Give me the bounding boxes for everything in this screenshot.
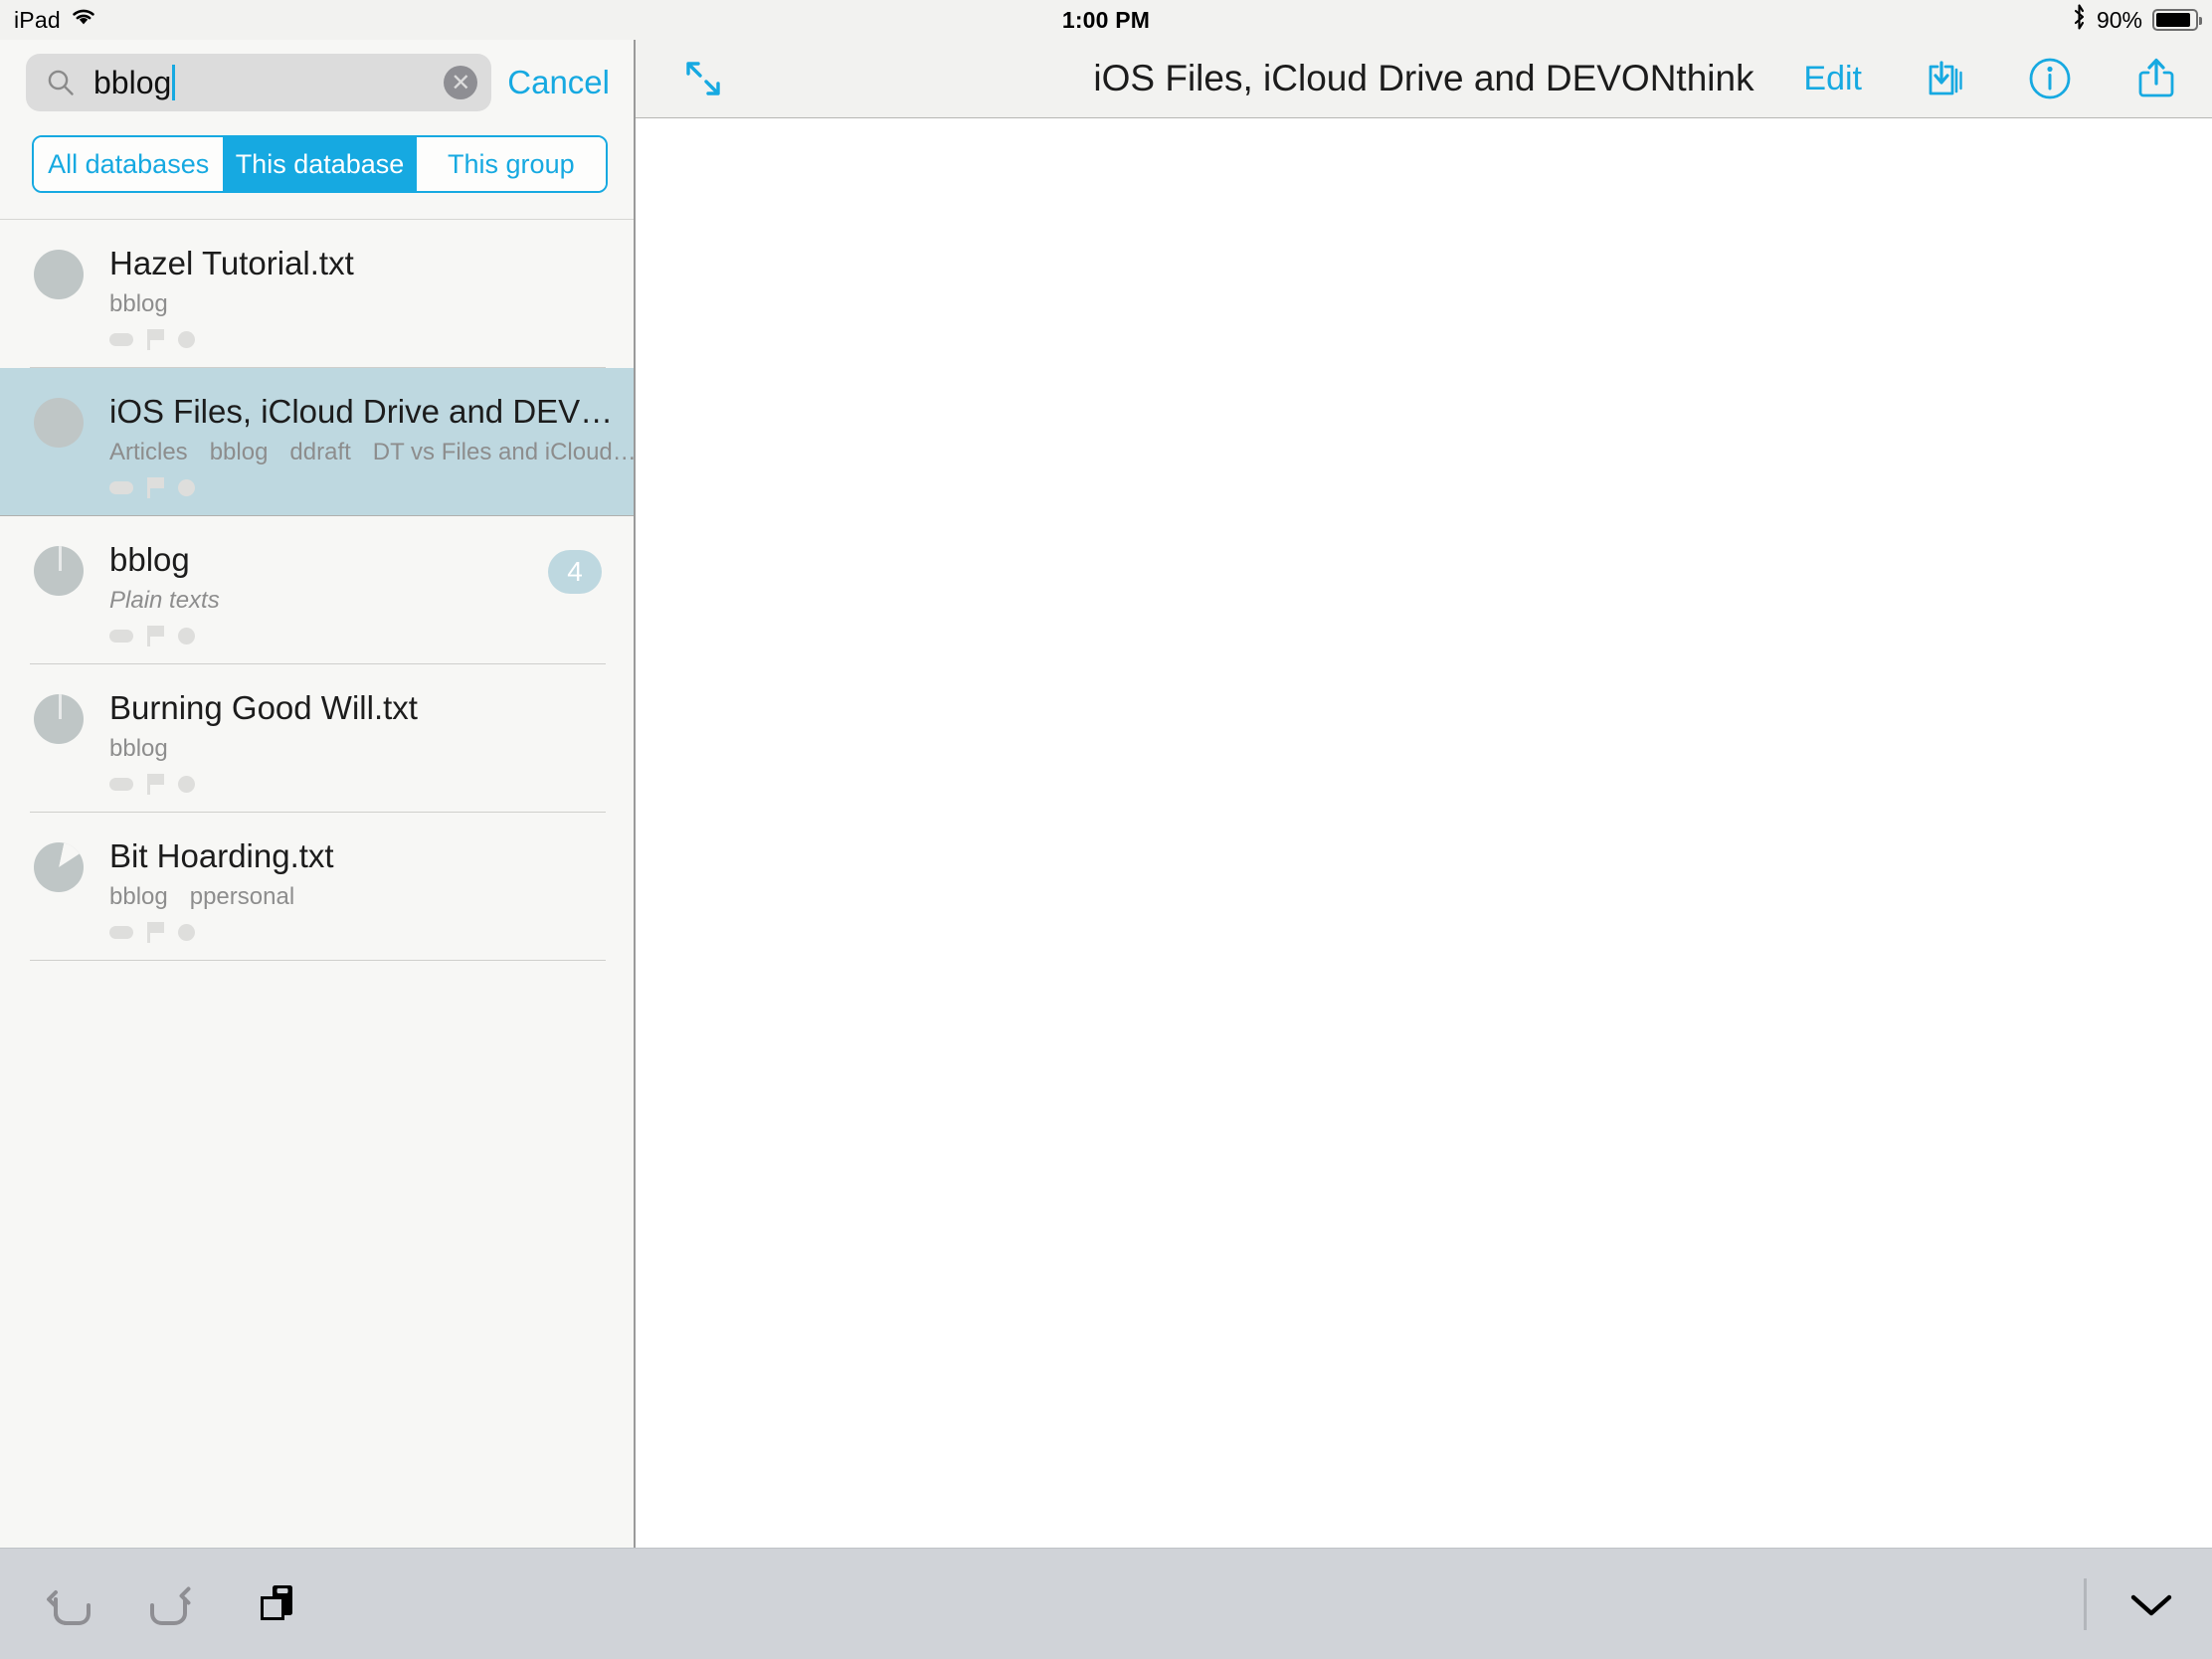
search-query-text: bblog	[93, 64, 172, 100]
document-nav-bar: iOS Files, iCloud Drive and DEVONthink E…	[636, 40, 2212, 118]
flag-icon[interactable]	[147, 477, 164, 499]
expand-diagonal-icon[interactable]	[677, 53, 729, 104]
paste-clipboard-icon[interactable]	[253, 1579, 302, 1629]
state-dot-icon[interactable]	[178, 776, 195, 794]
edit-button[interactable]: Edit	[1803, 60, 1862, 98]
scope-all-databases[interactable]: All databases	[34, 137, 226, 191]
share-icon[interactable]	[2132, 54, 2180, 103]
item-count-badge: 4	[548, 549, 602, 594]
search-result-body: Bit Hoarding.txt bblog ppersonal	[109, 837, 634, 944]
state-dot-icon[interactable]	[178, 628, 195, 645]
label-pill-icon[interactable]	[109, 778, 133, 792]
document-nav-actions: Edit	[1803, 54, 2180, 103]
battery-icon	[2152, 9, 2202, 31]
search-result-body: Hazel Tutorial.txt bblog	[109, 246, 634, 351]
status-bar: iPad 1:00 PM 90%	[0, 0, 2212, 40]
search-result-meta-icons	[109, 329, 634, 351]
breadcrumb-segment: bblog	[109, 734, 168, 762]
text-caret	[172, 64, 176, 100]
search-result-body: Burning Good Will.txt bblog	[109, 689, 634, 796]
search-result-title: Hazel Tutorial.txt	[109, 246, 354, 281]
document-status-icon	[34, 545, 84, 596]
label-pill-icon[interactable]	[109, 630, 133, 644]
search-result-row[interactable]: Bit Hoarding.txt bblog ppersonal	[0, 813, 634, 961]
document-pane: iOS Files, iCloud Drive and DEVONthink E…	[636, 40, 2212, 1548]
search-sidebar: bblog ✕ Cancel All databases This databa…	[0, 40, 636, 1548]
search-result-breadcrumb: bblog	[109, 290, 634, 318]
search-result-breadcrumb: Articles bblog ddraft DT vs Files and iClou…	[109, 439, 634, 466]
breadcrumb-segment: DT vs Files and iCloud…	[372, 438, 634, 465]
search-result-meta-icons	[109, 477, 634, 499]
document-content-area[interactable]	[636, 118, 2212, 1548]
flag-icon[interactable]	[147, 922, 164, 944]
state-dot-icon[interactable]	[178, 331, 195, 349]
search-bar: bblog ✕ Cancel	[0, 40, 634, 121]
search-icon	[46, 68, 76, 97]
label-pill-icon[interactable]	[109, 481, 133, 495]
redo-icon[interactable]	[147, 1581, 199, 1627]
state-dot-icon[interactable]	[178, 479, 195, 497]
search-result-breadcrumb: bblog ppersonal	[109, 883, 634, 911]
search-result-row[interactable]: Hazel Tutorial.txt bblog	[0, 220, 634, 368]
keyboard-bar-divider	[2084, 1577, 2087, 1630]
search-result-row[interactable]: iOS Files, iCloud Drive and DEV… Articles…	[0, 367, 634, 516]
row-separator	[30, 959, 606, 961]
import-document-icon[interactable]	[1920, 55, 1967, 102]
search-input[interactable]: bblog ✕	[26, 54, 492, 111]
status-bar-right: 90%	[2072, 4, 2202, 36]
undo-icon[interactable]	[42, 1581, 93, 1627]
label-pill-icon[interactable]	[109, 926, 133, 940]
scope-this-database[interactable]: This database	[225, 137, 417, 191]
document-status-icon	[34, 693, 84, 744]
breadcrumb-segment: ppersonal	[189, 882, 295, 910]
scope-this-group[interactable]: This group	[416, 137, 606, 191]
label-pill-icon[interactable]	[109, 333, 133, 347]
search-result-title: Burning Good Will.txt	[109, 689, 418, 726]
search-result-meta-icons	[109, 774, 634, 796]
flag-icon[interactable]	[147, 329, 164, 351]
search-result-title: Bit Hoarding.txt	[109, 837, 334, 874]
search-result-breadcrumb: bblog	[109, 735, 634, 763]
search-result-row[interactable]: Burning Good Will.txt bblog	[0, 664, 634, 813]
document-status-icon	[34, 250, 84, 299]
search-result-meta-icons	[109, 626, 634, 647]
search-input-value: bblog	[93, 64, 444, 101]
search-result-row[interactable]: bblog Plain texts 4	[0, 516, 634, 664]
document-status-icon	[34, 397, 84, 448]
breadcrumb-segment: bblog	[109, 289, 168, 317]
keyboard-bar-left-actions	[42, 1579, 302, 1629]
keyboard-accessory-bar	[0, 1548, 2212, 1659]
keyboard-bar-right-actions	[2084, 1577, 2178, 1630]
document-status-icon	[34, 841, 84, 892]
search-scope-segmented-control[interactable]: All databases This database This group	[32, 135, 608, 193]
flag-icon[interactable]	[147, 774, 164, 796]
breadcrumb-segment: ddraft	[289, 438, 351, 465]
flag-icon[interactable]	[147, 626, 164, 647]
search-result-breadcrumb: Plain texts	[109, 587, 634, 615]
search-result-meta-icons	[109, 922, 634, 944]
breadcrumb-segment: Plain texts	[109, 586, 220, 614]
search-results-list: Hazel Tutorial.txt bblog iOS Files, iCloud…	[0, 220, 634, 961]
search-result-body: iOS Files, iCloud Drive and DEV… Articles…	[109, 393, 634, 499]
breadcrumb-segment: bblog	[109, 882, 168, 910]
state-dot-icon[interactable]	[178, 924, 195, 942]
chevron-down-icon[interactable]	[2124, 1586, 2178, 1622]
breadcrumb-segment: Articles	[109, 438, 188, 465]
bluetooth-icon	[2072, 4, 2087, 36]
search-result-title: iOS Files, iCloud Drive and DEV…	[109, 393, 614, 430]
breadcrumb-segment: bblog	[209, 438, 269, 465]
info-circle-icon[interactable]	[2025, 54, 2075, 103]
battery-percent-label: 90%	[2096, 6, 2142, 33]
status-bar-clock: 1:00 PM	[1061, 6, 1151, 33]
clear-search-button[interactable]: ✕	[444, 66, 478, 99]
cancel-search-button[interactable]: Cancel	[507, 64, 616, 101]
